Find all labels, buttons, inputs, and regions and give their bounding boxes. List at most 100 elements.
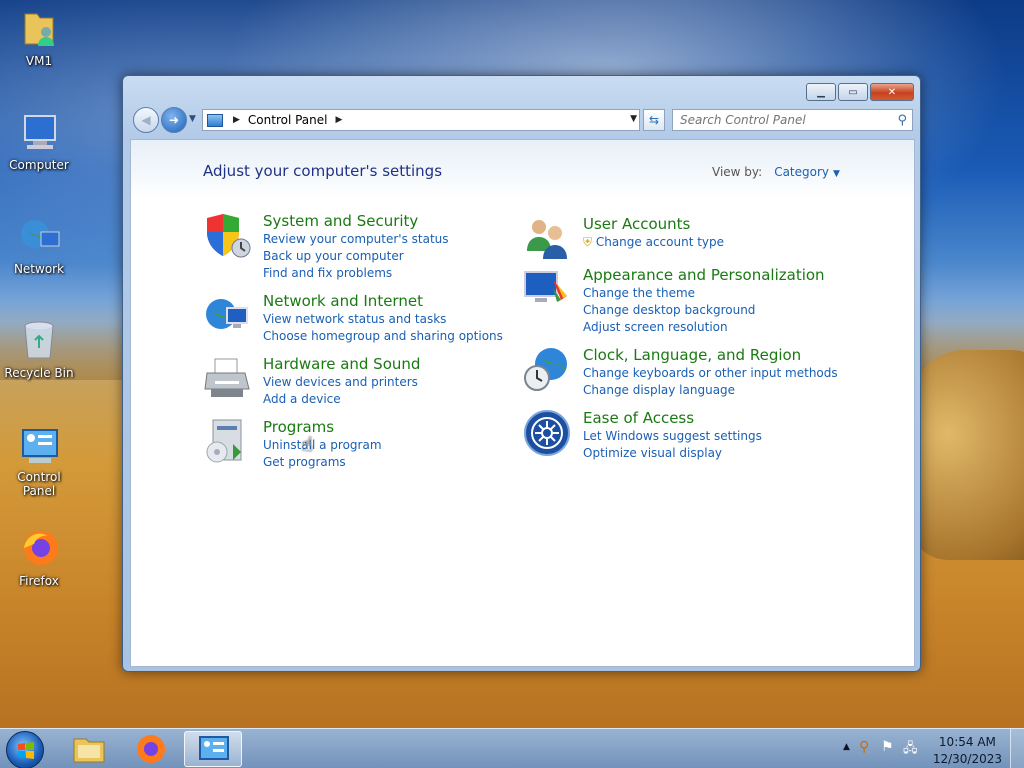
firefox-icon [137,735,165,763]
search-input[interactable] [680,113,885,127]
clock-time: 10:54 AM [938,735,996,749]
computer-icon [17,110,61,154]
desktop-icon-label: Firefox [19,574,59,588]
category-links: Uninstall a program Get programs [263,437,382,471]
system-tray: ▲ ⚲ ⚑ 🖧 10:54 AM 12/30/2023 [839,729,1024,768]
link-desktop-background[interactable]: Change desktop background [583,302,755,319]
desktop-icon-firefox[interactable]: Firefox [2,526,76,588]
desktop-icon-label: Computer [9,158,69,172]
globe-network-icon[interactable] [203,292,251,340]
link-devices-printers[interactable]: View devices and printers [263,374,418,391]
link-backup[interactable]: Back up your computer [263,248,449,265]
link-label: Change account type [595,235,725,249]
link-suggest-settings[interactable]: Let Windows suggest settings [583,428,762,445]
refresh-button[interactable]: ⇆ [643,109,665,131]
category-title[interactable]: System and Security [263,212,418,230]
category-title[interactable]: Clock, Language, and Region [583,346,801,364]
link-find-fix-problems[interactable]: Find and fix problems [263,265,449,282]
forward-button[interactable]: ➜ [161,107,187,133]
monitor-paint-icon[interactable] [523,266,571,314]
forward-arrow-icon: ➜ [168,113,180,127]
window-controls: ▁ ▭ ✕ [806,83,914,101]
start-button[interactable] [6,731,44,768]
address-bar[interactable]: ▶ Control Panel ▶ ▼ [202,109,640,131]
show-hidden-icons[interactable]: ▲ [843,742,850,752]
taskbar-explorer[interactable] [60,731,118,767]
network-icon [17,214,61,258]
folder-icon [73,738,105,763]
desktop-icon-label: VM1 [25,54,53,68]
programs-icon[interactable] [203,418,251,466]
control-panel-icon [199,736,229,760]
minimize-button[interactable]: ▁ [806,83,836,101]
action-center-flag-icon[interactable]: ⚑ [881,739,894,755]
taskbar: ▲ ⚲ ⚑ 🖧 10:54 AM 12/30/2023 [0,728,1024,768]
link-review-status[interactable]: Review your computer's status [263,231,449,248]
control-panel-icon [17,422,61,466]
chevron-down-icon[interactable]: ▼ [833,169,840,179]
desktop-icon-recycle-bin[interactable]: Recycle Bin [2,318,76,380]
category-title[interactable]: Hardware and Sound [263,355,420,373]
back-button[interactable]: ◀ [133,107,159,133]
desktop-icon-label: Recycle Bin [4,366,74,380]
link-view-network-status[interactable]: View network status and tasks [263,311,503,328]
recent-pages-dropdown[interactable]: ▼ [189,114,196,124]
users-icon[interactable] [523,215,571,263]
link-change-theme[interactable]: Change the theme [583,285,755,302]
link-get-programs[interactable]: Get programs [263,454,382,471]
desktop-icon-computer[interactable]: Computer [2,110,76,172]
link-change-keyboards[interactable]: Change keyboards or other input methods [583,365,838,382]
category-title[interactable]: Programs [263,418,334,436]
ease-of-access-icon[interactable] [523,409,571,457]
link-homegroup[interactable]: Choose homegroup and sharing options [263,328,503,345]
breadcrumb-control-panel[interactable]: Control Panel [248,113,328,127]
view-by: View by: Category ▼ [712,165,840,179]
view-by-label: View by: [712,165,763,179]
desktop-icon-control-panel[interactable]: Control Panel [2,422,76,498]
page-title: Adjust your computer's settings [203,162,443,180]
control-panel-small-icon [207,113,223,127]
link-change-account-type[interactable]: ⛨ Change account type [583,234,724,251]
network-tray-icon[interactable]: 🖧 [903,739,918,761]
taskbar-control-panel[interactable] [184,731,242,767]
desktop-icon-label: Network [13,262,65,276]
category-links: Review your computer's status Back up yo… [263,231,449,282]
category-links: View devices and printers Add a device [263,374,418,408]
view-by-select[interactable]: Category [774,165,829,179]
windows-logo-icon [18,742,34,759]
link-display-language[interactable]: Change display language [583,382,838,399]
link-optimize-display[interactable]: Optimize visual display [583,445,762,462]
desktop-icon-network[interactable]: Network [2,214,76,276]
printer-icon[interactable] [203,355,251,403]
clock-globe-icon[interactable] [523,346,571,394]
taskbar-firefox[interactable] [122,731,180,767]
category-links: Change the theme Change desktop backgrou… [583,285,755,336]
navigation-bar: ◀ ➜ ▼ ▶ Control Panel ▶ ▼ ⇆ ⚲ [131,106,913,133]
search-box[interactable]: ⚲ [672,109,913,131]
control-panel-window: ▁ ▭ ✕ ◀ ➜ ▼ ▶ Control Panel ▶ ▼ ⇆ ⚲ Adju… [122,75,921,672]
link-add-device[interactable]: Add a device [263,391,418,408]
control-panel-content: Adjust your computer's settings View by:… [130,139,915,667]
clock-date: 12/30/2023 [932,752,1002,766]
shield-icon[interactable] [203,212,251,260]
search-tray-icon[interactable]: ⚲ [859,739,869,755]
search-icon[interactable]: ⚲ [897,113,907,128]
clock[interactable]: 10:54 AM 12/30/2023 [933,734,1002,768]
breadcrumb-separator-icon[interactable]: ▶ [336,115,343,125]
close-button[interactable]: ✕ [870,83,914,101]
category-title[interactable]: Network and Internet [263,292,423,310]
firefox-icon [17,526,61,570]
link-screen-resolution[interactable]: Adjust screen resolution [583,319,755,336]
category-title[interactable]: Appearance and Personalization [583,266,825,284]
show-desktop-button[interactable] [1010,729,1024,768]
maximize-button[interactable]: ▭ [838,83,868,101]
category-title[interactable]: User Accounts [583,215,690,233]
category-links: ⛨ Change account type [583,234,724,251]
user-folder-icon [17,6,61,50]
recycle-bin-icon [17,318,61,362]
category-title[interactable]: Ease of Access [583,409,694,427]
link-uninstall-program[interactable]: Uninstall a program [263,437,382,454]
address-dropdown-icon[interactable]: ▼ [630,114,637,124]
breadcrumb-separator-icon[interactable]: ▶ [233,115,240,125]
desktop-icon-vm1[interactable]: VM1 [2,6,76,68]
